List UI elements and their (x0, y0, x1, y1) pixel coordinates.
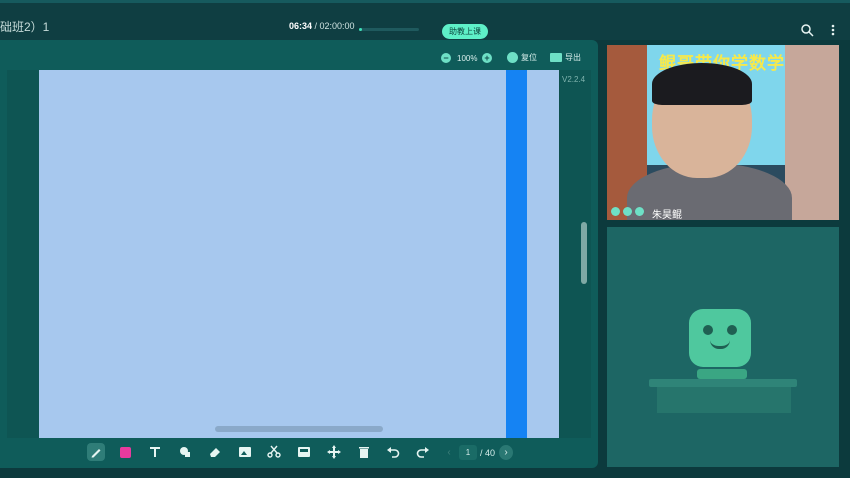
shape-icon[interactable] (176, 443, 194, 461)
prev-page-button[interactable]: ‹ (442, 445, 456, 460)
more-vertical-icon[interactable] (826, 23, 840, 37)
color-swatch[interactable] (120, 447, 131, 458)
canvas-left-margin (7, 70, 39, 438)
teacher-video: 鲲哥带你学数学 朱昊鲲 (607, 45, 839, 220)
zoom-out-button[interactable]: − (441, 53, 451, 63)
page-blue-stripe (506, 70, 527, 438)
next-page-button[interactable]: › (499, 445, 513, 460)
screen-icon[interactable] (295, 443, 313, 461)
total-pages: / 40 (480, 448, 496, 458)
mascot-robot (689, 309, 751, 367)
assist-class-button[interactable]: 助教上课 (442, 24, 488, 39)
export-button[interactable]: 导出 (550, 52, 581, 63)
search-zoom-icon[interactable] (800, 23, 814, 37)
mascot-eye-left (703, 325, 713, 335)
mascot-book (697, 369, 747, 379)
board-header: − 100% + 复位 导出 (0, 40, 598, 70)
playback-time: 06:34 / 02:00:00 (289, 21, 355, 31)
image-icon[interactable] (236, 443, 254, 461)
horizontal-scrollbar[interactable] (215, 426, 383, 432)
redo-icon[interactable] (414, 443, 432, 461)
pen-icon[interactable] (87, 443, 105, 461)
playback-progress[interactable] (359, 28, 419, 31)
top-bar: 础班2）1 06:34 / 02:00:00 助教上课 (0, 0, 850, 40)
version-label: V2.2.4 (562, 75, 586, 84)
canvas-area[interactable]: V2.2.4 (7, 70, 591, 438)
text-icon[interactable] (146, 443, 164, 461)
folder-icon (550, 53, 562, 62)
time-current: 06:34 (289, 21, 313, 31)
zoom-value: 100% (457, 54, 478, 63)
reset-label: 复位 (521, 53, 537, 62)
desk-top (649, 379, 797, 387)
bottom-bar (0, 468, 850, 478)
teacher-hair (652, 63, 752, 105)
move-icon[interactable] (325, 443, 343, 461)
current-page-input[interactable]: 1 (459, 445, 477, 460)
progress-fill (359, 28, 363, 31)
time-total: / 02:00:00 (312, 21, 355, 31)
desk-base (657, 387, 791, 413)
video-status-icons (611, 207, 644, 216)
vertical-scrollbar[interactable] (581, 222, 587, 284)
courseware-page[interactable] (39, 70, 559, 438)
zoom-in-button[interactable]: + (482, 53, 492, 63)
whiteboard-panel: − 100% + 复位 导出 V2.2.4 ‹ 1 / 40 › (0, 40, 598, 468)
video-bg-right (785, 45, 839, 220)
user-icon (635, 207, 644, 216)
class-title: 础班2）1 (0, 20, 50, 34)
teacher-name: 朱昊鲲 (652, 210, 682, 220)
undo-icon[interactable] (384, 443, 402, 461)
mascot-eye-right (727, 325, 737, 335)
student-video-placeholder (607, 227, 839, 467)
reset-icon (507, 52, 518, 63)
eraser-icon[interactable] (206, 443, 224, 461)
mic-icon (611, 207, 620, 216)
trash-icon[interactable] (355, 443, 373, 461)
export-label: 导出 (565, 53, 581, 62)
drawing-toolbar: ‹ 1 / 40 › (0, 438, 598, 468)
trophy-icon (623, 207, 632, 216)
reset-button[interactable]: 复位 (507, 52, 537, 63)
scissors-icon[interactable] (265, 443, 283, 461)
